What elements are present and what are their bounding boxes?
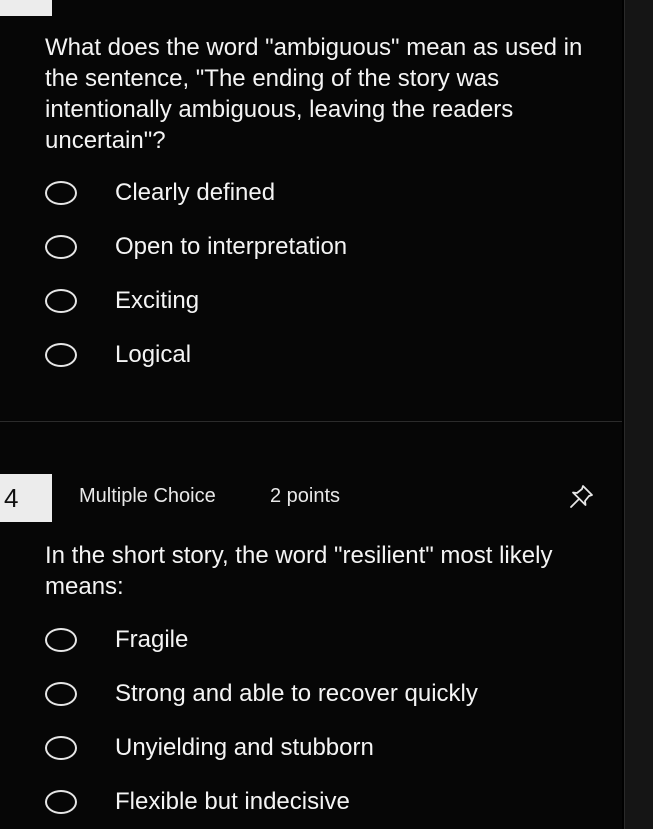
radio-circle-icon[interactable] (45, 181, 77, 205)
answer-option[interactable]: Flexible but indecisive (45, 782, 585, 822)
option-label: Unyielding and stubborn (115, 734, 374, 761)
answer-option[interactable]: Strong and able to recover quickly (45, 674, 585, 714)
radio-circle-icon[interactable] (45, 628, 77, 652)
question-type: Multiple Choice (79, 485, 216, 507)
answer-option[interactable]: Open to interpretation (45, 227, 585, 267)
option-label: Fragile (115, 626, 189, 653)
option-label: Exciting (115, 287, 200, 314)
answer-option[interactable]: Logical (45, 335, 585, 375)
pushpin-icon[interactable] (566, 482, 596, 512)
option-label: Open to interpretation (115, 233, 348, 260)
question-points: 2 points (270, 485, 341, 507)
question-prompt: In the short story, the word "resilient"… (45, 542, 553, 600)
answer-option[interactable]: Clearly defined (45, 173, 585, 213)
option-label: Clearly defined (115, 179, 276, 206)
scrollbar-track[interactable] (624, 0, 653, 829)
quiz-content: What does the word "ambiguous" mean as u… (0, 0, 622, 829)
radio-circle-icon[interactable] (45, 736, 77, 760)
option-label: Logical (115, 341, 192, 368)
radio-circle-icon[interactable] (45, 235, 77, 259)
answer-option[interactable]: Fragile (45, 620, 585, 660)
radio-circle-icon[interactable] (45, 790, 77, 814)
answer-option[interactable]: Exciting (45, 281, 585, 321)
option-label: Flexible but indecisive (115, 788, 350, 815)
previous-question-number-box (0, 0, 52, 16)
answer-option[interactable]: Unyielding and stubborn (45, 728, 585, 768)
option-label: Strong and able to recover quickly (115, 680, 478, 707)
question-prompt: What does the word "ambiguous" mean as u… (45, 34, 583, 154)
question-number: 4 (0, 474, 52, 522)
radio-circle-icon[interactable] (45, 343, 77, 367)
radio-circle-icon[interactable] (45, 682, 77, 706)
question-divider (0, 421, 622, 422)
radio-circle-icon[interactable] (45, 289, 77, 313)
